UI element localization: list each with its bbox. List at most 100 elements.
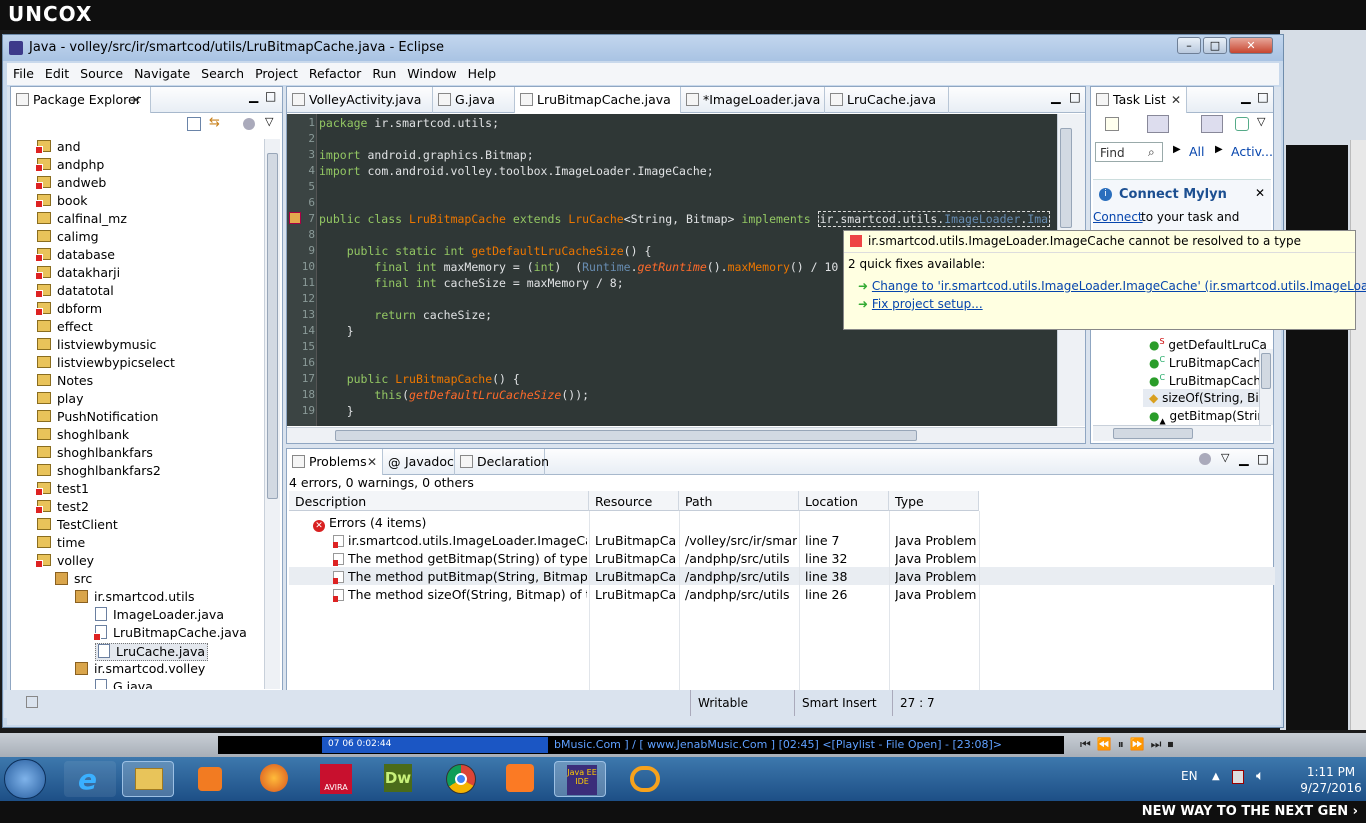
tree-item[interactable]: LruCache.java	[95, 643, 209, 661]
mylyn-connect-link[interactable]: Connect	[1093, 210, 1143, 224]
tree-item[interactable]: ir.smartcod.utils	[75, 589, 195, 607]
menu-refactor[interactable]: Refactor	[303, 63, 366, 81]
tree-item[interactable]: shoghlbankfars	[37, 445, 153, 463]
tab-volleyactivity[interactable]: VolleyActivity.java	[287, 87, 433, 113]
tree-item[interactable]: LruBitmapCache.java	[93, 625, 247, 643]
link-editor-icon[interactable]: ⇆	[209, 116, 223, 131]
tree-item[interactable]: volley	[35, 553, 94, 571]
start-button[interactable]	[4, 759, 46, 799]
ie-icon[interactable]: e	[64, 761, 116, 797]
maximize-view-icon[interactable]: □	[1257, 89, 1269, 104]
tree-item[interactable]: shoghlbankfars2	[37, 463, 161, 481]
quickfix-link-setup[interactable]: Fix project setup...	[872, 297, 983, 311]
column-type[interactable]: Type	[889, 491, 979, 511]
tree-item[interactable]: TestClient	[37, 517, 118, 535]
dreamweaver-icon[interactable]: Dw	[372, 761, 424, 797]
minimize-view-icon[interactable]: ▁	[1051, 89, 1061, 104]
menu-edit[interactable]: Edit	[39, 63, 74, 81]
tree-item[interactable]: book	[35, 193, 87, 211]
tree-item[interactable]: and	[35, 139, 81, 157]
outline-item[interactable]: ●C LruBitmapCach	[1149, 355, 1261, 370]
tree-item[interactable]: datakharji	[35, 265, 120, 283]
view-menu-icon[interactable]	[243, 118, 255, 130]
tree-item[interactable]: andweb	[35, 175, 106, 193]
tree-item[interactable]: test1	[35, 481, 89, 499]
language-indicator[interactable]: EN	[1181, 769, 1198, 783]
tab-task-list[interactable]: Task List ✕	[1091, 87, 1187, 113]
tree-item[interactable]: listviewbypicselect	[37, 355, 175, 373]
error-marker-icon[interactable]	[289, 212, 301, 224]
tab-imageloader[interactable]: *ImageLoader.java	[681, 87, 825, 113]
tree-item[interactable]: test2	[35, 499, 89, 517]
tree-item[interactable]: G.java	[95, 679, 153, 689]
table-row[interactable]: The method sizeOf(String, Bitmap) of typ…	[289, 585, 1275, 603]
close-icon[interactable]: ✕	[1255, 186, 1265, 200]
tree-item[interactable]: database	[35, 247, 115, 265]
tab-javadoc[interactable]: @ Javadoc	[383, 449, 455, 475]
menu-navigate[interactable]: Navigate	[128, 63, 195, 81]
tree-item[interactable]: effect	[37, 319, 93, 337]
avira-icon[interactable]: AVIRA	[310, 761, 362, 797]
tree-item[interactable]: play	[37, 391, 83, 409]
categorized-icon[interactable]	[1147, 115, 1169, 133]
collapse-all-icon[interactable]	[187, 117, 201, 131]
maximize-view-icon[interactable]: □	[265, 89, 276, 103]
menu-run[interactable]: Run	[366, 63, 401, 81]
show-hidden-icons-icon[interactable]: ▲	[1212, 771, 1220, 782]
tree-item[interactable]: Notes	[37, 373, 93, 391]
tab-lrubitmapcache[interactable]: LruBitmapCache.java	[515, 87, 681, 113]
tab-package-explorer[interactable]: Package Explorer ✕	[11, 87, 151, 113]
minimize-view-icon[interactable]: ▁	[249, 89, 258, 103]
maximize-button[interactable]: □	[1203, 37, 1227, 54]
minimize-button[interactable]: –	[1177, 37, 1201, 54]
table-row[interactable]: The method getBitmap(String) of type Lru…	[289, 549, 1275, 567]
table-row[interactable]: ir.smartcod.utils.ImageLoader.ImageCache…	[289, 531, 1275, 549]
chevron-down-icon[interactable]: ▽	[1257, 115, 1265, 128]
activate-task-link[interactable]: Activ...	[1231, 144, 1273, 159]
tree-item[interactable]: ir.smartcod.volley	[75, 661, 205, 679]
tree-item[interactable]: src	[55, 571, 92, 589]
menu-source[interactable]: Source	[74, 63, 128, 81]
quickfix-item-setup[interactable]: ➜ Fix project setup...	[858, 297, 983, 311]
tree-item[interactable]: time	[37, 535, 85, 553]
explorer-icon[interactable]	[122, 761, 174, 797]
system-clock[interactable]: 1:11 PM 9/27/2016	[1296, 764, 1366, 796]
tab-g-java[interactable]: G.java	[433, 87, 515, 113]
tree-item[interactable]: listviewbymusic	[37, 337, 156, 355]
background-window-scrollbar[interactable]	[1350, 140, 1366, 730]
maximize-view-icon[interactable]: □	[1069, 89, 1081, 104]
media-controls[interactable]: ⏮⏪⏸⏩⏭⏹	[1080, 737, 1230, 753]
firefox-icon[interactable]	[248, 761, 300, 797]
close-icon[interactable]: ✕	[1171, 93, 1181, 107]
outline-item-selected[interactable]: ◆ sizeOf(String, Bi	[1143, 389, 1261, 407]
network-icon[interactable]	[1232, 770, 1244, 784]
tree-item[interactable]: datatotal	[35, 283, 114, 301]
title-bar[interactable]: Java - volley/src/ir/smartcod/utils/LruB…	[3, 35, 1283, 61]
close-button[interactable]: ✕	[1229, 37, 1273, 54]
tree-item[interactable]: andphp	[35, 157, 104, 175]
outline-scrollbar[interactable]	[1259, 349, 1273, 425]
quickfix-item-change[interactable]: ➜ Change to 'ir.smartcod.utils.ImageLoad…	[858, 279, 1366, 293]
media-player-icon[interactable]	[184, 761, 236, 797]
editor-horizontal-scrollbar[interactable]	[287, 427, 1085, 443]
sync-icon[interactable]	[1235, 117, 1249, 131]
table-row-selected[interactable]: The method putBitmap(String, Bitmap) of …	[289, 567, 1275, 585]
focus-icon[interactable]	[1201, 115, 1223, 133]
fast-view-icon[interactable]	[26, 696, 38, 708]
tree-item[interactable]: calimg	[37, 229, 99, 247]
tab-declaration[interactable]: Declaration	[455, 449, 549, 475]
xampp-icon[interactable]	[494, 761, 546, 797]
outline-item[interactable]: ●▲ getBitmap(Strin	[1149, 409, 1265, 425]
quickfix-link-change[interactable]: Change to 'ir.smartcod.utils.ImageLoader…	[872, 279, 1366, 293]
volume-icon[interactable]: 🔈︎	[1256, 768, 1264, 784]
new-task-icon[interactable]	[1105, 117, 1119, 131]
column-resource[interactable]: Resource	[589, 491, 679, 511]
eclipse-taskbar-icon[interactable]: Java EE IDE	[554, 761, 606, 797]
view-menu-icon[interactable]	[1199, 453, 1211, 465]
minimize-view-icon[interactable]: ▁	[1239, 451, 1249, 466]
menu-help[interactable]: Help	[462, 63, 502, 81]
tree-item[interactable]: ImageLoader.java	[95, 607, 224, 625]
tab-lrucache[interactable]: LruCache.java	[825, 87, 949, 113]
column-description[interactable]: Description	[289, 491, 589, 511]
close-icon[interactable]: ✕	[367, 455, 377, 469]
